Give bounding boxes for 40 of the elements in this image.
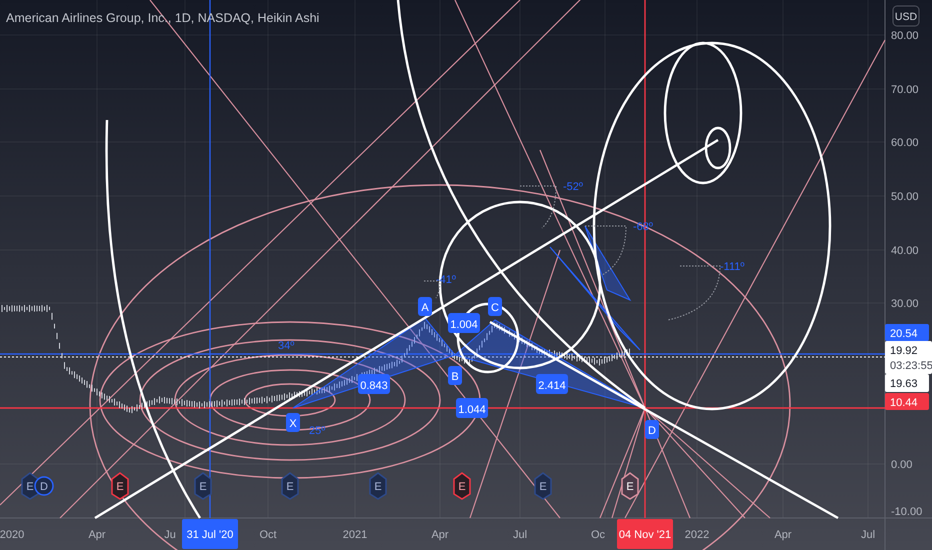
pattern-point-label: D xyxy=(645,420,659,439)
pattern-point-label: B xyxy=(448,366,462,385)
time-axis-label: 2022 xyxy=(684,529,710,541)
price-axis-label: 60.00 xyxy=(891,137,919,149)
ratio-label: 1.004 xyxy=(448,313,480,333)
angle-label: 25º xyxy=(309,425,326,437)
dividend-marker[interactable]: D xyxy=(34,476,54,496)
price-axis-label: 30.00 xyxy=(891,298,919,310)
currency-label: USD xyxy=(892,6,920,26)
time-axis-label: 2020 xyxy=(0,529,24,541)
time-axis-label: Oc xyxy=(590,529,606,541)
price-tag: 20.54 xyxy=(885,324,929,341)
pattern-point-label: A xyxy=(418,297,432,316)
pattern-point-label: X xyxy=(286,413,300,432)
time-axis-label: Apr xyxy=(774,529,792,541)
angle-label: -111º xyxy=(720,261,744,273)
time-axis-label: Oct xyxy=(259,529,277,541)
price-axis-label: 50.00 xyxy=(891,191,919,203)
price-tag: 19.92 03:23:55 xyxy=(885,341,932,374)
angle-label: -52º xyxy=(563,181,583,193)
time-cursor-label: 04 Nov '21 xyxy=(617,519,673,549)
price-axis-label: 70.00 xyxy=(891,84,919,96)
price-axis-label: 0.00 xyxy=(891,459,912,471)
time-axis-label: 2021 xyxy=(342,529,368,541)
time-axis-label: Jul xyxy=(512,529,528,541)
price-tag: 10.44 xyxy=(885,393,929,410)
ratio-label: 2.414 xyxy=(536,374,568,394)
price-tag: 19.63 xyxy=(885,374,929,392)
ratio-label: 0.843 xyxy=(358,374,390,394)
pattern-point-label: C xyxy=(488,297,502,316)
angle-label: 34º xyxy=(278,340,294,352)
time-axis-label: Apr xyxy=(431,529,449,541)
time-axis-label: Jul xyxy=(860,529,876,541)
price-axis-label: 40.00 xyxy=(891,245,919,257)
time-cursor-label: 31 Jul '20 xyxy=(182,519,238,549)
price-axis-label: 80.00 xyxy=(891,30,919,42)
time-axis-label: Apr xyxy=(88,529,106,541)
time-axis-label: Ju xyxy=(164,529,176,541)
price-axis-label: -10.00 xyxy=(891,506,922,518)
ratio-label: 1.044 xyxy=(456,398,488,418)
